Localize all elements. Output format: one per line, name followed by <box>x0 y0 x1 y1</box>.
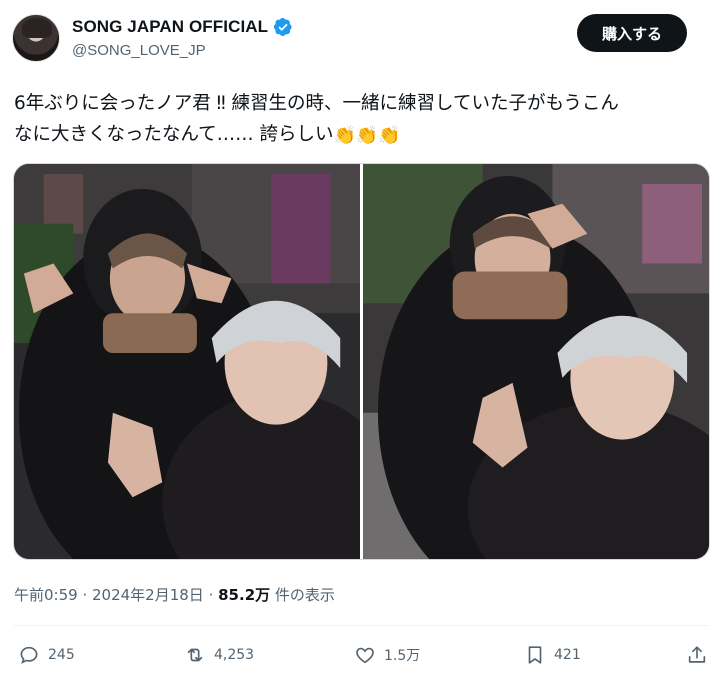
tweet-text-line-1: 6年ぶりに会ったノア君 ‼ 練習生の時、一緒に練習していた子がもうこん <box>14 93 619 114</box>
meta-separator: · <box>77 586 92 604</box>
account-handle[interactable]: @SONG_LOVE_JP <box>72 42 206 59</box>
bookmark-count: 421 <box>554 647 581 663</box>
reply-button[interactable]: 245 <box>18 644 75 666</box>
photo-right[interactable] <box>363 164 709 559</box>
photo-right-image <box>363 164 709 559</box>
tweet-time[interactable]: 午前0:59 <box>14 586 78 604</box>
like-button[interactable]: 1.5万 <box>354 644 420 666</box>
media-grid <box>13 163 710 560</box>
buy-button[interactable]: 購入する <box>577 14 687 52</box>
views-suffix: 件の表示 <box>270 586 335 604</box>
photo-left-image <box>14 164 360 559</box>
display-name[interactable]: SONG JAPAN OFFICIAL <box>72 17 268 37</box>
share-button[interactable] <box>686 644 708 666</box>
divider <box>14 625 709 626</box>
like-count: 1.5万 <box>384 648 421 664</box>
repost-icon <box>187 648 203 662</box>
tweet-text-line-2: なに大きくなったなんて…… 誇らしい👏👏👏 <box>14 119 714 151</box>
tweet-header: SONG JAPAN OFFICIAL @SONG_LOVE_JP 購入する <box>12 12 712 64</box>
tweet-meta: 午前0:59 · 2024年2月18日 · 85.2万 件の表示 <box>14 584 335 605</box>
heart-icon <box>356 647 374 664</box>
clapping-hands-emoji: 👏👏👏 <box>333 125 401 146</box>
tweet-date[interactable]: 2024年2月18日 <box>92 586 204 604</box>
tweet-text-line-2-text: なに大きくなったなんて…… 誇らしい <box>14 124 334 145</box>
views-count: 85.2万 <box>218 586 271 604</box>
photo-left[interactable] <box>14 164 360 559</box>
bookmark-button[interactable]: 421 <box>524 644 581 666</box>
reply-icon <box>20 646 38 664</box>
tweet-text: 6年ぶりに会ったノア君 ‼ 練習生の時、一緒に練習していた子がもうこん なに大き… <box>14 88 714 151</box>
reply-count: 245 <box>48 647 75 663</box>
verified-badge-icon <box>274 18 292 36</box>
bookmark-icon <box>528 646 542 664</box>
share-icon <box>688 646 706 663</box>
avatar[interactable] <box>12 14 60 62</box>
name-row: SONG JAPAN OFFICIAL <box>72 16 293 38</box>
repost-count: 4,253 <box>214 647 255 663</box>
meta-separator-2: · <box>203 586 219 604</box>
action-bar: 245 4,253 1.5万 421 <box>14 644 714 674</box>
repost-button[interactable]: 4,253 <box>184 644 254 666</box>
